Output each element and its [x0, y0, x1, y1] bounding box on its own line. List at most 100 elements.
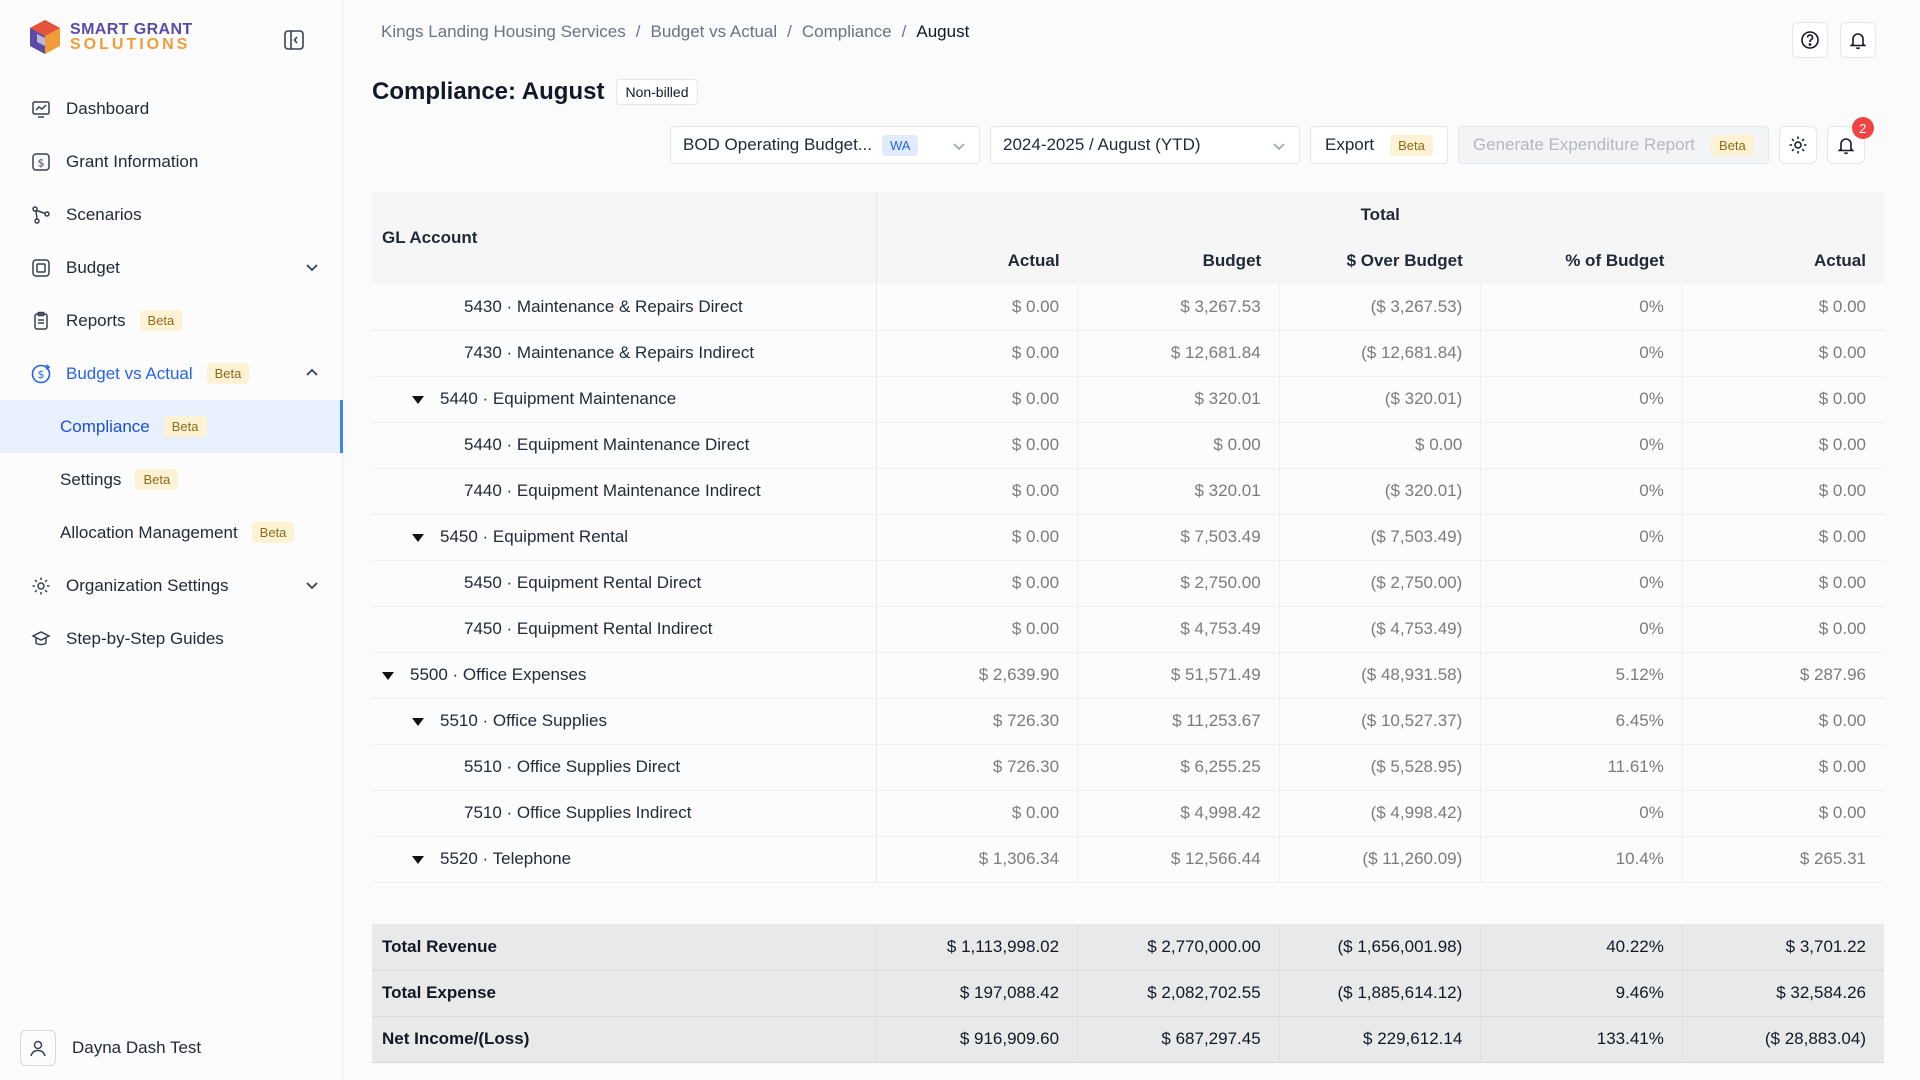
table-row[interactable]: 5510 · Office Supplies Direct $ 726.30 $ 6… — [372, 744, 1884, 791]
breadcrumb-separator: / — [901, 22, 907, 41]
value-cell: 0% — [1480, 284, 1683, 331]
totals-value-cell: $ 3,701.22 — [1681, 924, 1884, 971]
column-header-actual-2[interactable]: Actual — [1682, 238, 1884, 284]
chevron-down-icon — [1273, 143, 1285, 151]
totals-value-cell: 9.46% — [1480, 970, 1683, 1017]
sidebar-item-budget-vs-actual[interactable]: $ Budget vs Actual Beta — [0, 347, 343, 400]
generate-expenditure-report-button[interactable]: Generate Expenditure Report Beta — [1457, 126, 1769, 164]
settings-button[interactable] — [1778, 126, 1817, 164]
totals-value-cell: $ 32,584.26 — [1681, 970, 1884, 1017]
value-cell: ($ 10,527.37) — [1278, 698, 1481, 745]
table-row[interactable]: 5500 · Office Expenses $ 2,639.90 $ 51,571… — [372, 652, 1884, 699]
sidebar-item-label: Budget vs Actual — [66, 363, 193, 383]
top-icons — [1792, 22, 1876, 58]
totals-value-cell: 40.22% — [1480, 924, 1683, 971]
toolbar: BOD Operating Budget... WA 2024-2025 / A… — [670, 117, 1874, 164]
table-row[interactable]: 7440 · Equipment Maintenance Indirect $ 0… — [372, 468, 1884, 515]
table-row[interactable]: 5520 · Telephone $ 1,306.34 $ 12,566.44 ($ … — [372, 836, 1884, 883]
value-cell: 0% — [1480, 514, 1683, 561]
sidebar-item-reports[interactable]: Reports Beta — [0, 294, 343, 347]
collapse-caret-icon[interactable] — [412, 533, 424, 542]
value-cell: $ 0.00 — [1077, 422, 1280, 469]
table-row[interactable]: 5440 · Equipment Maintenance Direct $ 0.0… — [372, 422, 1884, 469]
column-header-percent-of-budget[interactable]: % of Budget — [1480, 238, 1683, 284]
table-row[interactable]: 5430 · Maintenance & Repairs Direct $ 0.0… — [372, 284, 1884, 331]
value-cell: $ 0.00 — [1681, 514, 1884, 561]
value-cell: $ 0.00 — [875, 606, 1078, 653]
beta-badge: Beta — [135, 469, 179, 490]
totals-value-cell: ($ 1,656,001.98) — [1278, 924, 1481, 971]
gl-account-label: 5430 · Maintenance & Repairs Direct — [464, 296, 743, 316]
value-cell: $ 0.00 — [875, 514, 1078, 561]
table-row[interactable]: 5510 · Office Supplies $ 726.30 $ 11,253.6… — [372, 698, 1884, 745]
totals-row: Total Expense $ 197,088.42 $ 2,082,702.55(… — [372, 970, 1884, 1017]
breadcrumb-item[interactable]: Compliance — [802, 22, 892, 42]
value-cell: ($ 48,931.58) — [1278, 652, 1481, 699]
help-button[interactable] — [1792, 22, 1828, 58]
value-cell: 6.45% — [1480, 698, 1683, 745]
collapse-caret-icon[interactable] — [412, 855, 424, 864]
totals-value-cell: $ 2,770,000.00 — [1077, 924, 1280, 971]
svg-text:$: $ — [38, 368, 45, 381]
table-row[interactable]: 5440 · Equipment Maintenance $ 0.00 $ 320.… — [372, 376, 1884, 423]
value-cell: $ 12,681.84 — [1077, 330, 1280, 377]
sidebar-item-settings[interactable]: Settings Beta — [0, 453, 343, 506]
value-cell: ($ 12,681.84) — [1278, 330, 1481, 377]
total-group-header: Total — [876, 192, 1884, 238]
period-select[interactable]: 2024-2025 / August (YTD) — [990, 126, 1300, 164]
breadcrumb-item[interactable]: Kings Landing Housing Services — [381, 22, 626, 42]
beta-badge: Beta — [139, 310, 183, 331]
alerts-button[interactable]: 2 — [1826, 117, 1874, 164]
table-row[interactable]: 7430 · Maintenance & Repairs Indirect $ 0… — [372, 330, 1884, 377]
column-header-over-budget[interactable]: $ Over Budget — [1279, 238, 1481, 284]
value-cell: $ 0.00 — [875, 284, 1078, 331]
export-button[interactable]: Export Beta — [1310, 126, 1448, 164]
sidebar-item-grant-information[interactable]: $ Grant Information — [0, 135, 343, 188]
user-profile[interactable]: Dayna Dash Test — [20, 1030, 201, 1066]
beta-badge: Beta — [1390, 134, 1433, 156]
chevron-down-icon — [953, 143, 965, 151]
budget-select[interactable]: BOD Operating Budget... WA — [670, 126, 980, 164]
value-cell: 11.61% — [1480, 744, 1683, 791]
sidebar-item-allocation-management[interactable]: Allocation Management Beta — [0, 506, 343, 559]
collapse-caret-icon[interactable] — [412, 395, 424, 404]
column-header-actual[interactable]: Actual — [876, 238, 1078, 284]
collapse-caret-icon[interactable] — [382, 671, 394, 680]
collapse-caret-icon[interactable] — [412, 717, 424, 726]
sidebar-item-label: Grant Information — [66, 151, 199, 171]
table-row[interactable]: 5450 · Equipment Rental Direct $ 0.00 $ 2,… — [372, 560, 1884, 607]
table-row[interactable]: 7450 · Equipment Rental Indirect $ 0.00 $ … — [372, 606, 1884, 653]
value-cell: ($ 11,260.09) — [1278, 836, 1481, 883]
notification-count-badge: 2 — [1851, 117, 1874, 139]
table-row[interactable]: 5450 · Equipment Rental $ 0.00 $ 7,503.49(… — [372, 514, 1884, 561]
totals-body: Total Revenue $ 1,113,998.02 $ 2,770,000.0… — [372, 924, 1884, 1063]
breadcrumb-separator: / — [635, 22, 641, 41]
sidebar-item-label: Reports — [66, 310, 126, 330]
sidebar-item-scenarios[interactable]: Scenarios — [0, 188, 343, 241]
sidebar-item-step-by-step-guides[interactable]: Step-by-Step Guides — [0, 612, 343, 665]
value-cell: 0% — [1480, 330, 1683, 377]
breadcrumb-item[interactable]: Budget vs Actual — [651, 22, 778, 42]
column-header-budget[interactable]: Budget — [1077, 238, 1280, 284]
notifications-button[interactable] — [1840, 22, 1876, 58]
app-logo[interactable]: SMART GRANT SOLUTIONS — [28, 18, 193, 56]
value-cell: $ 3,267.53 — [1077, 284, 1280, 331]
state-badge: WA — [882, 134, 919, 156]
totals-row: Net Income/(Loss) $ 916,909.60 $ 687,297.4… — [372, 1016, 1884, 1063]
budget-vs-actual-icon: $ — [30, 363, 52, 385]
value-cell: $ 0.00 — [875, 790, 1078, 837]
sidebar-item-dashboard[interactable]: Dashboard — [0, 82, 343, 135]
sidebar-item-organization-settings[interactable]: Organization Settings — [0, 559, 343, 612]
gl-account-label: 7430 · Maintenance & Repairs Indirect — [464, 343, 755, 362]
totals-value-cell: $ 1,113,998.02 — [875, 924, 1078, 971]
bell-icon — [1849, 33, 1867, 50]
gl-account-cell: 7510 · Office Supplies Indirect — [372, 790, 877, 837]
gl-account-label: 7440 · Equipment Maintenance Indirect — [464, 481, 761, 500]
sidebar-item-budget[interactable]: Budget — [0, 241, 343, 294]
reports-icon — [30, 310, 52, 332]
value-cell: $ 0.00 — [1681, 606, 1884, 653]
value-cell: ($ 2,750.00) — [1278, 560, 1481, 607]
collapse-sidebar-button[interactable] — [282, 28, 306, 52]
sidebar-item-compliance[interactable]: Compliance Beta — [0, 400, 343, 453]
table-row[interactable]: 7510 · Office Supplies Indirect $ 0.00 $ 4… — [372, 790, 1884, 837]
